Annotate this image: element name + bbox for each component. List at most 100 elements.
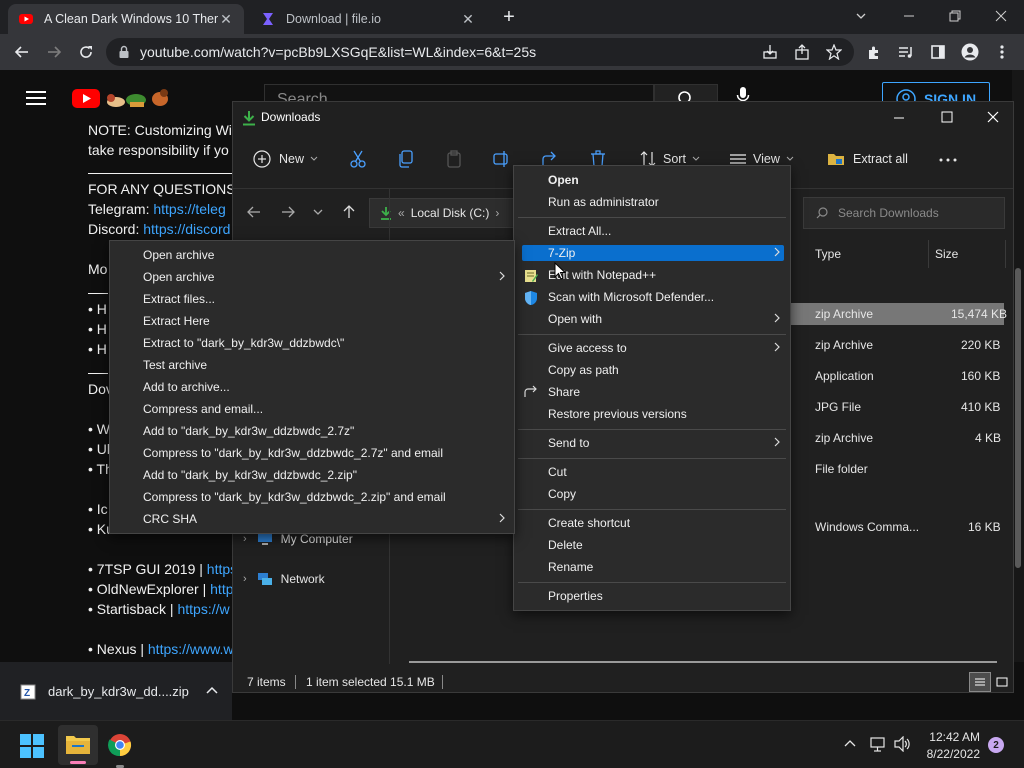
row-type[interactable]: zip Archive (815, 338, 873, 352)
chevron-down-icon[interactable] (838, 0, 884, 32)
row-type[interactable]: zip Archive (815, 307, 873, 321)
tab-fileio[interactable]: Download | file.io ✕ (250, 4, 486, 34)
row-type[interactable]: JPG File (815, 400, 861, 414)
scrollbar-thumb[interactable] (1015, 268, 1021, 568)
horizontal-scrollbar-thumb[interactable] (409, 661, 997, 663)
maximize-button[interactable] (941, 111, 953, 123)
recent-locations-icon[interactable] (313, 208, 323, 216)
more-options-icon[interactable] (939, 158, 957, 162)
menu-item-add-zip[interactable]: Add to "dark_by_kdr3w_ddzbwdc_2.zip" (143, 464, 357, 486)
extensions-icon[interactable] (860, 38, 888, 66)
nexus-link[interactable]: https://www.w (148, 641, 234, 657)
file-explorer-taskbar-button[interactable] (58, 725, 98, 765)
windows-start-icon[interactable] (20, 734, 44, 758)
forward-button[interactable] (40, 38, 68, 66)
notification-badge[interactable]: 2 (988, 737, 1004, 753)
menu-item-extract-files[interactable]: Extract files... (143, 288, 215, 310)
menu-item-delete[interactable]: Delete (548, 534, 583, 556)
forward-arrow-icon[interactable] (281, 206, 295, 218)
network-icon[interactable] (870, 736, 886, 752)
menu-item-compress-email[interactable]: Compress and email... (143, 398, 263, 420)
menu-item-create-shortcut[interactable]: Create shortcut (548, 512, 630, 534)
row-size[interactable]: 160 KB (961, 369, 1000, 383)
menu-item-copy[interactable]: Copy (548, 483, 576, 505)
row-type[interactable]: zip Archive (815, 431, 873, 445)
menu-item-run-as-admin[interactable]: Run as administrator (548, 191, 659, 213)
oldnewexplorer-link[interactable]: http (210, 581, 233, 597)
download-filename[interactable]: dark_by_kdr3w_dd....zip (48, 684, 189, 699)
side-panel-icon[interactable] (924, 38, 952, 66)
new-tab-button[interactable]: + (496, 6, 522, 28)
menu-item-open-archive[interactable]: Open archive (143, 244, 214, 266)
menu-item-scan-defender[interactable]: Scan with Microsoft Defender... (548, 286, 714, 308)
minimize-button[interactable] (886, 0, 932, 32)
copy-icon[interactable] (397, 150, 415, 168)
cut-icon[interactable] (349, 150, 367, 168)
row-type[interactable]: Application (815, 369, 874, 383)
path-segment[interactable]: Local Disk (C:) (411, 206, 490, 220)
column-header-size[interactable]: Size (935, 247, 958, 261)
close-tab-icon[interactable]: ✕ (218, 11, 234, 28)
column-header-type[interactable]: Type (815, 247, 841, 261)
menu-item-properties[interactable]: Properties (548, 585, 603, 607)
clock-date[interactable]: 8/22/2022 (920, 747, 980, 761)
row-size[interactable]: 220 KB (961, 338, 1000, 352)
row-size[interactable]: 15,474 KB (951, 307, 1007, 321)
back-button[interactable] (8, 38, 36, 66)
chevron-up-icon[interactable] (206, 686, 218, 694)
nav-item-network[interactable]: › Network (243, 572, 325, 586)
row-size[interactable]: 410 KB (961, 400, 1000, 414)
menu-item-cut[interactable]: Cut (548, 461, 567, 483)
menu-item-copy-as-path[interactable]: Copy as path (548, 359, 619, 381)
menu-item-crc-sha[interactable]: CRC SHA (143, 508, 513, 530)
large-icons-view-icon[interactable] (993, 672, 1011, 692)
row-type[interactable]: File folder (815, 462, 868, 476)
menu-item-send-to[interactable]: Send to (548, 432, 788, 454)
menu-item-add-7z[interactable]: Add to "dark_by_kdr3w_ddzbwdc_2.7z" (143, 420, 354, 442)
address-bar[interactable]: « Local Disk (C:) › (369, 198, 515, 228)
tab-youtube[interactable]: A Clean Dark Windows 10 Theme ✕ (8, 4, 244, 34)
youtube-logo[interactable] (72, 86, 172, 110)
menu-item-open[interactable]: Open (548, 169, 579, 191)
reload-button[interactable] (72, 38, 100, 66)
menu-item-extract-here[interactable]: Extract Here (143, 310, 210, 332)
bookmark-star-icon[interactable] (826, 44, 842, 60)
column-divider[interactable] (928, 240, 929, 268)
menu-item-extract-to[interactable]: Extract to "dark_by_kdr3w_ddzbwdc\" (143, 332, 344, 354)
new-button[interactable]: New (253, 150, 318, 168)
chrome-taskbar-icon[interactable] (108, 733, 132, 768)
profile-avatar-icon[interactable] (956, 38, 984, 66)
chevron-right-icon[interactable]: › (495, 206, 499, 220)
menu-item-restore-versions[interactable]: Restore previous versions (548, 403, 687, 425)
menu-item-7zip[interactable]: 7-Zip (548, 242, 788, 264)
row-type[interactable]: Windows Comma... (815, 520, 919, 534)
clock-time[interactable]: 12:42 AM (926, 730, 980, 744)
rename-icon[interactable] (493, 150, 511, 168)
chrome-menu-icon[interactable] (988, 38, 1016, 66)
hamburger-menu-icon[interactable] (26, 90, 46, 106)
menu-item-open-with[interactable]: Open with (548, 308, 788, 330)
install-app-icon[interactable] (762, 44, 778, 60)
close-window-button[interactable] (978, 0, 1024, 32)
close-tab-icon[interactable]: ✕ (460, 11, 476, 28)
menu-item-compress-zip-email[interactable]: Compress to "dark_by_kdr3w_ddzbwdc_2.zip… (143, 486, 446, 508)
chevron-right-icon[interactable]: › (243, 573, 247, 585)
discord-link[interactable]: https://discord (143, 221, 230, 237)
details-view-icon[interactable] (969, 672, 991, 692)
up-arrow-icon[interactable] (343, 205, 355, 219)
row-size[interactable]: 16 KB (968, 520, 1001, 534)
telegram-link[interactable]: https://teleg (153, 201, 225, 217)
share-icon[interactable] (794, 44, 810, 60)
menu-item-add-to-archive[interactable]: Add to archive... (143, 376, 230, 398)
media-queue-icon[interactable] (892, 38, 920, 66)
close-button[interactable] (987, 111, 999, 123)
menu-item-give-access[interactable]: Give access to (548, 337, 788, 359)
menu-item-open-archive-sub[interactable]: Open archive (143, 266, 513, 288)
extract-all-button[interactable]: Extract all (827, 150, 908, 168)
menu-item-extract-all[interactable]: Extract All... (548, 220, 611, 242)
menu-item-compress-7z-email[interactable]: Compress to "dark_by_kdr3w_ddzbwdc_2.7z"… (143, 442, 443, 464)
chevron-right-icon[interactable]: › (243, 533, 247, 545)
row-size[interactable]: 4 KB (975, 431, 1001, 445)
restore-button[interactable] (932, 0, 978, 32)
chevron-up-icon[interactable] (844, 739, 856, 747)
